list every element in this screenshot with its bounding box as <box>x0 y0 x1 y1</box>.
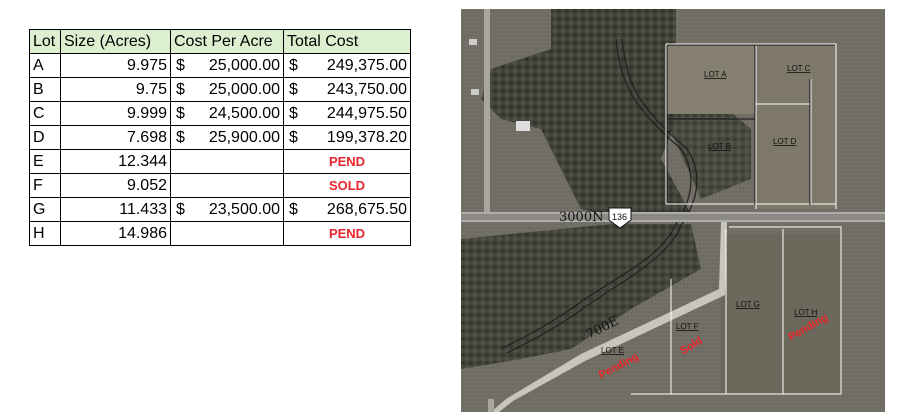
cell-size[interactable]: 12.344 <box>60 149 171 174</box>
aerial-map-svg: LOT A LOT C LOT B LOT D LOT E LOT F LOT … <box>461 9 885 412</box>
header-size[interactable]: Size (Acres) <box>60 29 171 54</box>
table-row: D 7.698 $25,900.00 $199,378.20 <box>29 125 411 150</box>
cell-size[interactable]: 9.975 <box>60 53 171 78</box>
lot-pricing-table: Lot Size (Acres) Cost Per Acre Total Cos… <box>29 29 411 246</box>
currency-symbol: $ <box>289 81 298 98</box>
currency-symbol: $ <box>176 81 185 98</box>
lot-f-label: LOT F <box>676 322 699 331</box>
lot-c-label: LOT C <box>787 64 811 73</box>
cell-cost-per-acre[interactable]: $24,500.00 <box>170 101 284 126</box>
cell-cost-per-acre[interactable] <box>170 173 284 198</box>
cell-lot[interactable]: F <box>29 173 61 198</box>
total-cost-value: 244,975.50 <box>326 105 407 122</box>
cell-size[interactable]: 11.433 <box>60 197 171 222</box>
cost-per-acre-value: 25,000.00 <box>208 81 280 98</box>
lots-table: Lot Size (Acres) Cost Per Acre Total Cos… <box>29 29 411 246</box>
header-cost-per-acre[interactable]: Cost Per Acre <box>170 29 284 54</box>
cell-status[interactable]: PEND <box>283 221 411 246</box>
cost-per-acre-value: 23,500.00 <box>208 201 280 218</box>
cost-per-acre-value: 25,900.00 <box>208 129 280 146</box>
table-header-row: Lot Size (Acres) Cost Per Acre Total Cos… <box>29 29 411 54</box>
total-cost-value: 199,378.20 <box>326 129 407 146</box>
cell-lot[interactable]: E <box>29 149 61 174</box>
cell-lot[interactable]: C <box>29 101 61 126</box>
currency-symbol: $ <box>176 129 185 146</box>
lot-e-label: LOT E <box>601 346 624 355</box>
currency-symbol: $ <box>176 105 185 122</box>
currency-symbol: $ <box>289 129 298 146</box>
lot-h-label: LOT H <box>794 308 818 317</box>
cost-per-acre-value: 25,000.00 <box>208 57 280 74</box>
table-row: H 14.986 PEND <box>29 221 411 246</box>
lot-g-label: LOT G <box>736 300 760 309</box>
cell-lot[interactable]: G <box>29 197 61 222</box>
cell-cost-per-acre[interactable]: $23,500.00 <box>170 197 284 222</box>
table-row: G 11.433 $23,500.00 $268,675.50 <box>29 197 411 222</box>
table-row: C 9.999 $24,500.00 $244,975.50 <box>29 101 411 126</box>
building-3 <box>471 89 479 95</box>
table-row: F 9.052 SOLD <box>29 173 411 198</box>
header-lot[interactable]: Lot <box>29 29 61 54</box>
total-cost-value: 268,675.50 <box>326 201 407 218</box>
cell-total-cost[interactable]: $268,675.50 <box>283 197 411 222</box>
cell-total-cost[interactable]: $243,750.00 <box>283 77 411 102</box>
lot-a-label: LOT A <box>704 70 727 79</box>
cell-size[interactable]: 9.999 <box>60 101 171 126</box>
lot-d-label: LOT D <box>773 137 797 146</box>
cell-lot[interactable]: H <box>29 221 61 246</box>
cell-cost-per-acre[interactable]: $25,900.00 <box>170 125 284 150</box>
south-road <box>488 399 494 412</box>
cell-status[interactable]: PEND <box>283 149 411 174</box>
total-cost-value: 243,750.00 <box>326 81 407 98</box>
total-cost-value: 249,375.00 <box>326 57 407 74</box>
cell-lot[interactable]: D <box>29 125 61 150</box>
cell-lot[interactable]: A <box>29 53 61 78</box>
building-1 <box>516 121 530 131</box>
cell-total-cost[interactable]: $244,975.50 <box>283 101 411 126</box>
table-row: B 9.75 $25,000.00 $243,750.00 <box>29 77 411 102</box>
road-3000n-label: 3000N <box>559 210 603 225</box>
building-2 <box>469 39 477 45</box>
table-row: A 9.975 $25,000.00 $249,375.00 <box>29 53 411 78</box>
cell-status[interactable]: SOLD <box>283 173 411 198</box>
cell-total-cost[interactable]: $199,378.20 <box>283 125 411 150</box>
parcel-lot-a <box>666 44 756 114</box>
lot-b-label: LOT B <box>708 142 731 151</box>
cell-size[interactable]: 7.698 <box>60 125 171 150</box>
currency-symbol: $ <box>289 57 298 74</box>
cell-total-cost[interactable]: $249,375.00 <box>283 53 411 78</box>
cell-cost-per-acre[interactable]: $25,000.00 <box>170 77 284 102</box>
currency-symbol: $ <box>176 201 185 218</box>
currency-symbol: $ <box>289 201 298 218</box>
cell-size[interactable]: 9.052 <box>60 173 171 198</box>
cell-size[interactable]: 9.75 <box>60 77 171 102</box>
header-total-cost[interactable]: Total Cost <box>283 29 411 54</box>
cell-size[interactable]: 14.986 <box>60 221 171 246</box>
cell-cost-per-acre[interactable] <box>170 149 284 174</box>
cell-cost-per-acre[interactable] <box>170 221 284 246</box>
north-road <box>484 9 490 212</box>
cell-lot[interactable]: B <box>29 77 61 102</box>
lot-survey-map: LOT A LOT C LOT B LOT D LOT E LOT F LOT … <box>461 9 885 412</box>
currency-symbol: $ <box>289 105 298 122</box>
cost-per-acre-value: 24,500.00 <box>208 105 280 122</box>
table-row: E 12.344 PEND <box>29 149 411 174</box>
route-136-number: 136 <box>612 212 627 222</box>
currency-symbol: $ <box>176 57 185 74</box>
cell-cost-per-acre[interactable]: $25,000.00 <box>170 53 284 78</box>
